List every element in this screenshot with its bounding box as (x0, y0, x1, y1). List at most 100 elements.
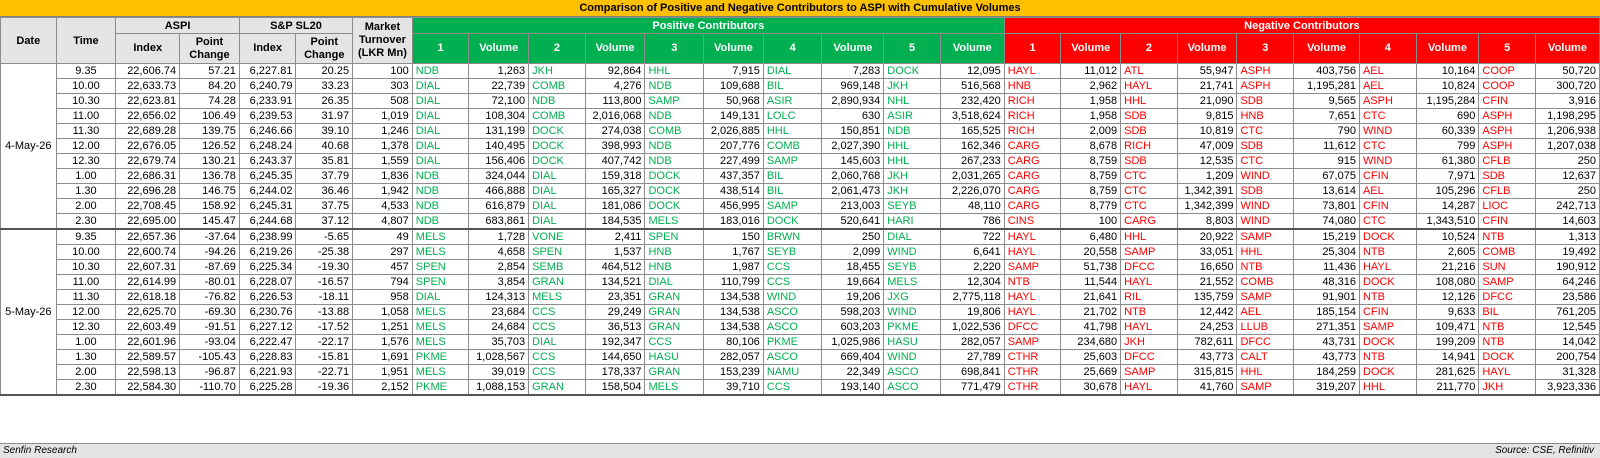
sl20-change-cell: -13.88 (295, 304, 354, 320)
positive-volume-cell: 771,479 (939, 379, 1005, 396)
aspi-change-cell: 158.92 (179, 198, 240, 214)
negative-symbol-cell: SAMP (1478, 274, 1537, 290)
negative-symbol-cell: SAMP (1236, 379, 1295, 396)
aspi-change-cell: 139.75 (179, 123, 240, 139)
sl20-change-cell: 20.25 (295, 63, 354, 79)
positive-volume-cell: 108,304 (468, 108, 530, 124)
aspi-index-cell: 22,606.74 (115, 63, 181, 79)
time-cell: 9.35 (55, 228, 117, 245)
header-positive-rank: 3 (644, 33, 705, 64)
sl20-index-cell: 6,226.53 (238, 289, 297, 305)
positive-volume-cell: 159,318 (584, 168, 646, 184)
negative-symbol-cell: SDB (1120, 153, 1178, 169)
positive-symbol-cell: NAMU (762, 364, 823, 380)
positive-volume-cell: 669,404 (821, 349, 885, 365)
aspi-index-cell: 22,618.18 (115, 289, 181, 305)
aspi-change-cell: -69.30 (179, 304, 240, 320)
negative-symbol-cell: CFIN (1358, 168, 1417, 184)
sl20-index-cell: 6,243.37 (238, 153, 297, 169)
positive-volume-cell: 134,538 (703, 289, 764, 305)
negative-volume-cell: 199,209 (1415, 334, 1480, 350)
negative-symbol-cell: CTC (1358, 213, 1417, 230)
positive-symbol-cell: MELS (411, 334, 470, 350)
positive-symbol-cell: DOCK (528, 138, 586, 154)
negative-volume-cell: 1,195,281 (1293, 78, 1360, 94)
positive-symbol-cell: ASCO (762, 349, 823, 365)
header-negative-volume: Volume (1293, 33, 1360, 64)
table-row: 2.00 22,708.45 158.92 6,245.31 37.75 4,533 NDB… (1, 198, 1600, 214)
aspi-index-cell: 22,607.31 (115, 259, 181, 275)
sl20-change-cell: 37.12 (295, 213, 354, 230)
sl20-change-cell: -25.38 (295, 244, 354, 260)
positive-symbol-cell: WIND (883, 349, 941, 365)
sl20-index-cell: 6,227.81 (238, 63, 297, 79)
negative-volume-cell: 14,042 (1535, 334, 1600, 350)
negative-volume-cell: 315,815 (1176, 364, 1238, 380)
negative-volume-cell: 91,901 (1293, 289, 1360, 305)
time-cell: 11.00 (55, 274, 117, 290)
positive-symbol-cell: MELS (528, 289, 586, 305)
negative-volume-cell: 21,702 (1060, 304, 1122, 320)
negative-symbol-cell: HHL (1120, 93, 1178, 109)
date-cell: 5-May-26 (0, 228, 57, 396)
positive-volume-cell: 156,406 (468, 153, 530, 169)
header-negative-volume: Volume (1415, 33, 1480, 64)
negative-volume-cell: 41,798 (1060, 319, 1122, 335)
negative-volume-cell: 2,605 (1415, 244, 1480, 260)
positive-volume-cell: 1,088,153 (468, 379, 530, 396)
turnover-cell: 508 (352, 93, 413, 109)
negative-volume-cell: 21,641 (1060, 289, 1122, 305)
aspi-index-cell: 22,696.28 (115, 183, 181, 199)
positive-volume-cell: 456,995 (703, 198, 764, 214)
negative-symbol-cell: HAYL (1003, 244, 1062, 260)
positive-volume-cell: 1,028,567 (468, 349, 530, 365)
positive-volume-cell: 2,061,473 (821, 183, 885, 199)
positive-volume-cell: 2,226,070 (939, 183, 1005, 199)
negative-symbol-cell: HAYL (1120, 319, 1178, 335)
positive-volume-cell: 616,879 (468, 198, 530, 214)
negative-symbol-cell: HHL (1120, 228, 1178, 245)
header-sl20-point-change: Point Change (295, 33, 354, 64)
positive-symbol-cell: NDB (644, 153, 705, 169)
negative-symbol-cell: NTB (1358, 289, 1417, 305)
positive-volume-cell: 466,888 (468, 183, 530, 199)
negative-symbol-cell: BIL (1478, 304, 1537, 320)
negative-symbol-cell: SDB (1236, 183, 1295, 199)
table-row: 12.30 22,679.74 130.21 6,243.37 35.81 1,559 DI… (1, 153, 1600, 169)
negative-volume-cell: 915 (1293, 153, 1360, 169)
turnover-cell: 1,559 (352, 153, 413, 169)
positive-volume-cell: 598,203 (821, 304, 885, 320)
positive-volume-cell: 109,688 (703, 78, 764, 94)
positive-symbol-cell: CCS (762, 379, 823, 396)
table-row: 12.00 22,676.05 126.52 6,248.24 40.68 1,378 DI… (1, 138, 1600, 154)
negative-symbol-cell: CINS (1003, 213, 1062, 230)
positive-volume-cell: 1,025,986 (821, 334, 885, 350)
positive-volume-cell: 193,140 (821, 379, 885, 396)
negative-volume-cell: 14,941 (1415, 349, 1480, 365)
negative-symbol-cell: SAMP (1236, 228, 1295, 245)
positive-symbol-cell: DIAL (411, 78, 470, 94)
positive-symbol-cell: DOCK (528, 123, 586, 139)
positive-symbol-cell: NDB (411, 63, 470, 79)
negative-symbol-cell: CFIN (1358, 198, 1417, 214)
table-row: 5-May-26 9.35 22,657.36 -37.64 6,238.99 -5.65… (0, 228, 1600, 396)
positive-volume-cell: 158,504 (584, 379, 646, 396)
negative-symbol-cell: SAMP (1120, 244, 1178, 260)
positive-volume-cell: 2,060,768 (821, 168, 885, 184)
header-positive-volume: Volume (703, 33, 764, 64)
positive-symbol-cell: DIAL (528, 213, 586, 230)
negative-symbol-cell: CTC (1120, 168, 1178, 184)
negative-volume-cell: 211,770 (1415, 379, 1480, 396)
negative-volume-cell: 20,922 (1176, 228, 1238, 245)
header-market-turnover: Market Turnover (LKR Mn) (352, 17, 413, 64)
positive-volume-cell: 192,347 (584, 334, 646, 350)
negative-symbol-cell: SDB (1236, 93, 1295, 109)
negative-volume-cell: 184,259 (1293, 364, 1360, 380)
header-positive-volume: Volume (468, 33, 530, 64)
negative-symbol-cell: COOP (1478, 63, 1537, 79)
positive-volume-cell: 250 (821, 228, 885, 245)
turnover-cell: 1,246 (352, 123, 413, 139)
aspi-index-cell: 22,614.99 (115, 274, 181, 290)
positive-volume-cell: 698,841 (939, 364, 1005, 380)
sl20-change-cell: -15.81 (295, 349, 354, 365)
